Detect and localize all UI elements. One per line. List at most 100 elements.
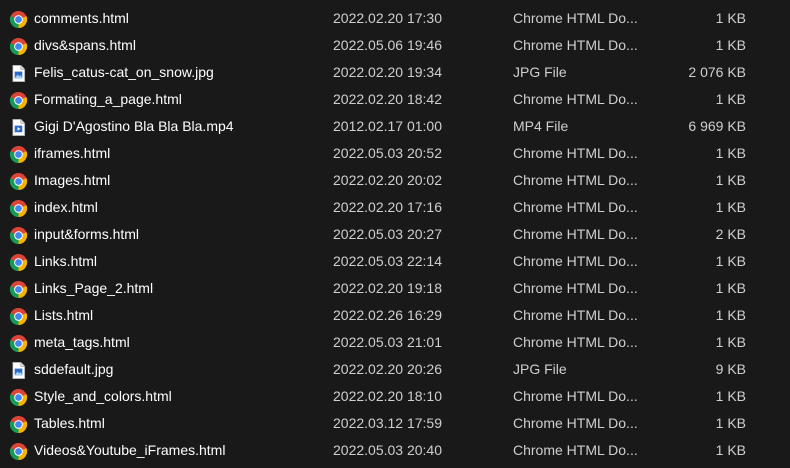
file-list: comments.html 2022.02.20 17:30 Chrome HTML… [0,0,790,468]
file-type: Chrome HTML Do... [513,10,638,26]
file-date-modified: 2022.03.12 17:59 [333,415,442,431]
file-size: 1 KB [715,145,746,161]
file-row[interactable]: Tables.html 2022.03.12 17:59 Chrome HTML D… [0,411,790,438]
file-row[interactable]: Formating_a_page.html 2022.02.20 18:42 Chr… [0,87,790,114]
file-name: Lists.html [34,307,94,323]
file-size: 2 076 KB [688,64,746,80]
file-size: 1 KB [715,280,746,296]
file-date-modified: 2022.02.20 17:30 [333,10,442,26]
file-name: comments.html [34,10,129,26]
file-size: 1 KB [715,253,746,269]
file-name: divs&spans.html [34,37,136,53]
file-row[interactable]: comments.html 2022.02.20 17:30 Chrome HTML… [0,6,790,33]
file-size: 1 KB [715,334,746,350]
file-row[interactable]: Gigi D'Agostino Bla Bla Bla.mp4 2012.02.1… [0,114,790,141]
file-row[interactable]: input&forms.html 2022.05.03 20:27 Chrome H… [0,222,790,249]
file-date-modified: 2022.05.03 20:40 [333,442,442,458]
file-name: Formating_a_page.html [34,91,182,107]
file-row[interactable]: sddefault.jpg 2022.02.20 20:26 JPG File 9 K… [0,357,790,384]
file-type: Chrome HTML Do... [513,388,638,404]
chrome-icon [9,334,28,353]
file-type: JPG File [513,361,567,377]
chrome-icon [9,442,28,461]
file-type: Chrome HTML Do... [513,199,638,215]
file-size: 1 KB [715,388,746,404]
file-size: 1 KB [715,10,746,26]
file-name: index.html [34,199,98,215]
file-date-modified: 2022.05.03 20:52 [333,145,442,161]
file-name: Videos&Youtube_iFrames.html [34,442,226,458]
file-date-modified: 2022.02.20 20:26 [333,361,442,377]
file-row[interactable]: Style_and_colors.html 2022.02.20 18:10 Chr… [0,384,790,411]
chrome-icon [9,37,28,56]
file-date-modified: 2012.02.17 01:00 [333,118,442,134]
file-date-modified: 2022.02.20 18:42 [333,91,442,107]
file-size: 1 KB [715,415,746,431]
file-row[interactable]: Felis_catus-cat_on_snow.jpg 2022.02.20 19… [0,60,790,87]
file-size: 2 KB [715,226,746,242]
file-row[interactable]: Links.html 2022.05.03 22:14 Chrome HTML Do… [0,249,790,276]
file-size: 1 KB [715,307,746,323]
file-name: input&forms.html [34,226,140,242]
chrome-icon [9,145,28,164]
image-file-icon [9,64,28,83]
chrome-icon [9,307,28,326]
chrome-icon [9,91,28,110]
file-row[interactable]: divs&spans.html 2022.05.06 19:46 Chrome HT… [0,33,790,60]
file-type: Chrome HTML Do... [513,145,638,161]
file-type: Chrome HTML Do... [513,307,638,323]
image-file-icon [9,361,28,380]
file-name: Style_and_colors.html [34,388,172,404]
file-name: Images.html [34,172,111,188]
file-name: Felis_catus-cat_on_snow.jpg [34,64,214,80]
file-row[interactable]: Videos&Youtube_iFrames.html 2022.05.03 20… [0,438,790,465]
chrome-icon [9,199,28,218]
file-date-modified: 2022.02.20 18:10 [333,388,442,404]
file-date-modified: 2022.05.06 19:46 [333,37,442,53]
file-size: 9 KB [715,361,746,377]
chrome-icon [9,10,28,29]
file-date-modified: 2022.02.26 16:29 [333,307,442,323]
file-date-modified: 2022.05.03 22:14 [333,253,442,269]
file-size: 1 KB [715,172,746,188]
file-row[interactable]: Lists.html 2022.02.26 16:29 Chrome HTML Do… [0,303,790,330]
file-type: Chrome HTML Do... [513,334,638,350]
file-name: iframes.html [34,145,111,161]
file-type: Chrome HTML Do... [513,172,638,188]
file-type: JPG File [513,64,567,80]
chrome-icon [9,172,28,191]
file-name: sddefault.jpg [34,361,114,377]
chrome-icon [9,226,28,245]
chrome-icon [9,280,28,299]
file-type: Chrome HTML Do... [513,280,638,296]
file-date-modified: 2022.02.20 19:18 [333,280,442,296]
file-date-modified: 2022.02.20 20:02 [333,172,442,188]
file-date-modified: 2022.02.20 17:16 [333,199,442,215]
file-name: Gigi D'Agostino Bla Bla Bla.mp4 [34,118,234,134]
chrome-icon [9,253,28,272]
file-size: 1 KB [715,91,746,107]
file-row[interactable]: Images.html 2022.02.20 20:02 Chrome HTML D… [0,168,790,195]
file-row[interactable]: meta_tags.html 2022.05.03 21:01 Chrome HTM… [0,330,790,357]
file-row[interactable]: Links_Page_2.html 2022.02.20 19:18 Chrome … [0,276,790,303]
file-size: 1 KB [715,442,746,458]
file-date-modified: 2022.02.20 19:34 [333,64,442,80]
file-row[interactable]: index.html 2022.02.20 17:16 Chrome HTML Do… [0,195,790,222]
chrome-icon [9,415,28,434]
file-type: Chrome HTML Do... [513,415,638,431]
file-type: MP4 File [513,118,569,134]
file-size: 1 KB [715,37,746,53]
file-type: Chrome HTML Do... [513,253,638,269]
file-row[interactable]: iframes.html 2022.05.03 20:52 Chrome HTML … [0,141,790,168]
file-date-modified: 2022.05.03 21:01 [333,334,442,350]
file-type: Chrome HTML Do... [513,442,638,458]
chrome-icon [9,388,28,407]
file-type: Chrome HTML Do... [513,91,638,107]
video-file-icon [9,118,28,137]
file-date-modified: 2022.05.03 20:27 [333,226,442,242]
file-name: Links.html [34,253,98,269]
file-size: 1 KB [715,199,746,215]
file-type: Chrome HTML Do... [513,37,638,53]
file-size: 6 969 KB [688,118,746,134]
file-type: Chrome HTML Do... [513,226,638,242]
